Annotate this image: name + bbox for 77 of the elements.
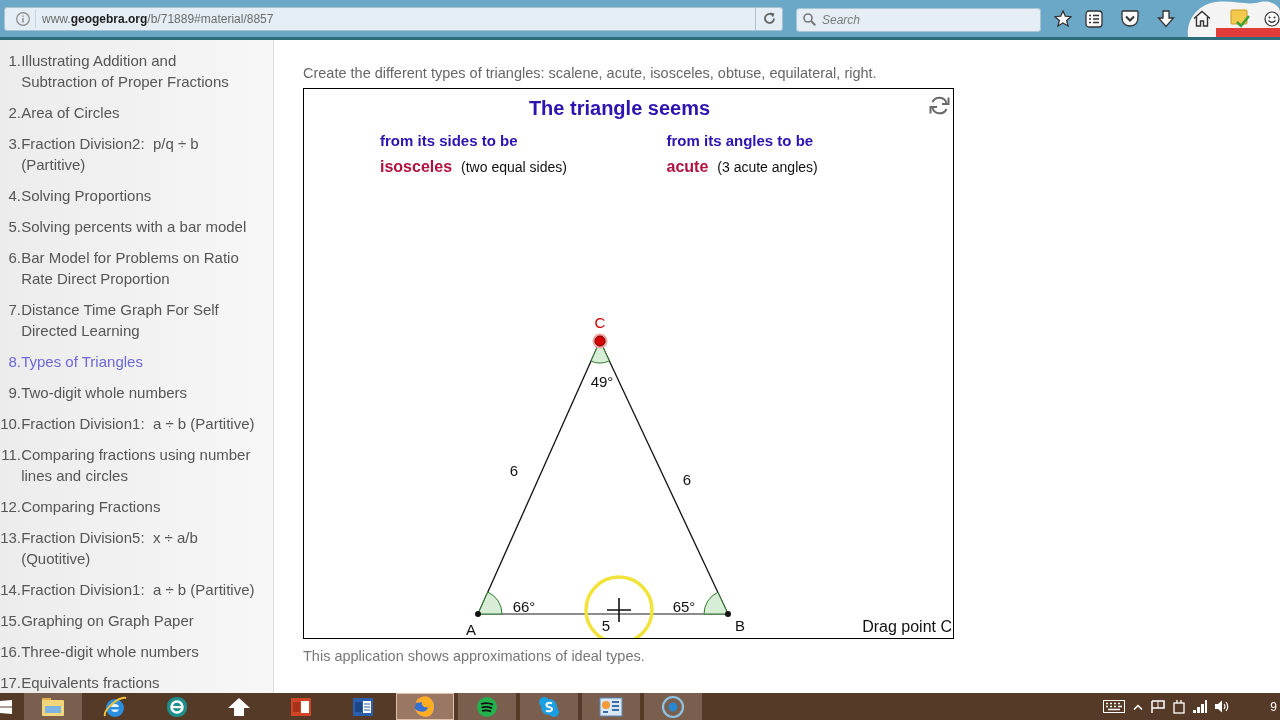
classification-note: (3 acute angles)	[717, 158, 818, 177]
plug-icon[interactable]	[1173, 699, 1186, 714]
sidebar-item[interactable]: 10.Fraction Division1: a ÷ b (Partitive)	[0, 413, 255, 434]
side-length-label: 6	[682, 470, 692, 488]
cursor-highlight-icon	[584, 575, 654, 638]
angle-label: 49°	[590, 372, 614, 390]
home-icon[interactable]	[1193, 10, 1211, 27]
classification-heading: from its angles to be	[666, 131, 814, 151]
sound-waves-circle-icon	[476, 695, 498, 718]
point-marker[interactable]	[725, 611, 731, 617]
slides-app-icon	[290, 696, 312, 717]
sidebar-item[interactable]: 8.Types of Triangles	[0, 351, 143, 372]
record-ring-icon	[661, 694, 685, 719]
reload-button[interactable]	[756, 6, 783, 31]
chat-cloud-icon	[538, 695, 560, 718]
sidebar-item[interactable]: 12.Comparing Fractions	[0, 496, 161, 517]
sidebar-item[interactable]: 5.Solving percents with a bar model	[0, 216, 247, 237]
side-length-label: 6	[509, 461, 519, 479]
hint-text: Drag point C	[862, 617, 952, 635]
angle-marker	[703, 591, 729, 615]
list-icon[interactable]	[1085, 9, 1103, 28]
classification-note: (two equal sides)	[461, 158, 567, 177]
draggable-point[interactable]	[592, 333, 608, 349]
point-marker[interactable]	[475, 611, 481, 617]
speaker-icon[interactable]	[1215, 700, 1230, 713]
instruction-text: Create the different types of triangles: scalene, acute, isosceles, obtuse, equilateral, right.	[303, 64, 877, 83]
flag-icon[interactable]	[1151, 699, 1166, 714]
vertex-label: A	[466, 620, 476, 638]
sidebar-item[interactable]: 11.Comparing fractions using number lines and circles	[0, 444, 251, 486]
sidebar-item[interactable]: 4.Solving Proportions	[0, 185, 152, 206]
chevron-badge-icon[interactable]	[1121, 10, 1139, 27]
sidebar-item[interactable]: 6.Bar Model for Problems on Ratio Rate Direct Proportion	[0, 247, 239, 289]
classification-result: acute	[666, 157, 709, 177]
side-length-label: 5	[601, 616, 611, 634]
info-icon[interactable]	[16, 11, 30, 26]
sidebar-item[interactable]: 15.Graphing on Graph Paper	[0, 610, 194, 631]
signal-bars-icon[interactable]	[1193, 700, 1208, 713]
document-app-icon	[352, 696, 374, 717]
vertex-label: C	[594, 313, 606, 331]
up-arrow-icon	[227, 696, 251, 717]
taskbar-button[interactable]	[458, 693, 516, 720]
footnote-text: This application shows approximations of ideal types.	[303, 647, 645, 666]
sidebar-item[interactable]: 14.Fraction Division1: a ÷ b (Partitive)	[0, 579, 255, 600]
classification-result: isosceles	[380, 157, 453, 177]
globe-icon	[413, 694, 437, 719]
sidebar-item[interactable]: 3.Fraction Division2: p/q ÷ b (Partitive)	[0, 133, 199, 175]
keyboard-icon[interactable]	[1103, 700, 1126, 713]
angle-label: 66°	[512, 597, 536, 615]
taskbar-button[interactable]	[582, 693, 640, 720]
taskbar-button[interactable]	[520, 693, 578, 720]
smiley-icon[interactable]	[1264, 10, 1280, 27]
window-grid-icon	[599, 696, 623, 717]
angle-marker	[477, 591, 503, 615]
sidebar-item[interactable]: 1.Illustrating Addition and Subtraction of Proper Fractions	[0, 50, 229, 92]
sidebar-item[interactable]: 7.Distance Time Graph For Self Directed Learning	[0, 299, 219, 341]
star-icon[interactable]	[1054, 9, 1072, 28]
sidebar-item[interactable]: 9.Two-digit whole numbers	[0, 382, 188, 403]
refresh-icon[interactable]	[929, 95, 950, 116]
search-field[interactable]: Search	[796, 7, 1041, 32]
clock-text: 9	[1270, 700, 1277, 714]
address-field[interactable]: www.geogebra.org/b/71889#material/8857	[4, 6, 756, 31]
sidebar-item[interactable]: 13.Fraction Division5: x ÷ a/b (Quotitive)	[0, 527, 198, 569]
angle-label: 65°	[672, 597, 696, 615]
reload-icon	[762, 12, 776, 25]
windows-logo-icon[interactable]	[0, 699, 12, 714]
sidebar-item[interactable]: 2.Area of Circles	[0, 102, 120, 123]
sidebar-item[interactable]: 17.Equivalents fractions	[0, 672, 160, 693]
down-arrow-icon[interactable]	[1157, 9, 1175, 28]
vertex-label: B	[735, 616, 745, 634]
search-icon	[803, 12, 816, 26]
folder-icon	[41, 696, 65, 717]
applet-title: The triangle seems	[528, 97, 711, 119]
check-badge-icon[interactable]	[1230, 8, 1250, 29]
globe-swoosh-icon	[103, 695, 127, 718]
chevron-up-icon[interactable]	[1133, 703, 1144, 710]
classification-heading: from its sides to be	[380, 131, 518, 151]
sidebar-item[interactable]: 16.Three-digit whole numbers	[0, 641, 199, 662]
